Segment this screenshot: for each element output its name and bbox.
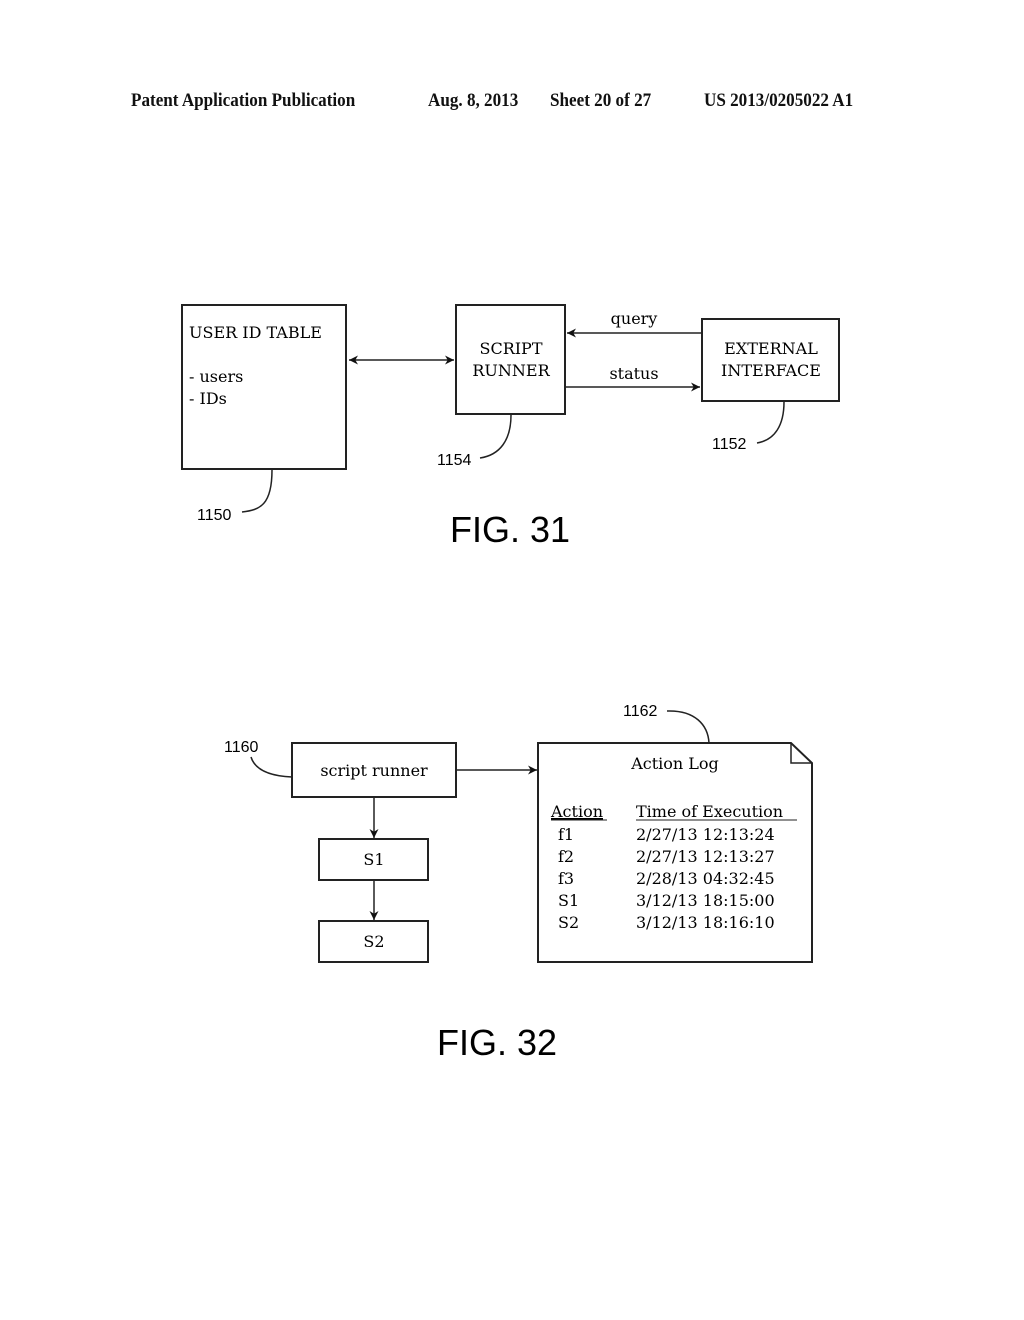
s2-label: S2 — [363, 932, 384, 951]
action-log-title: Action Log — [630, 754, 719, 773]
fig31-caption: FIG. 31 — [450, 509, 570, 550]
ref-1150: 1150 — [197, 507, 232, 524]
ref-1162: 1162 — [623, 703, 658, 720]
col-time-header: Time of Execution — [636, 802, 783, 821]
action-log-rows: f1 2/27/13 12:13:24 f2 2/27/13 12:13:27 … — [558, 825, 775, 932]
fig31: USER ID TABLE - users - IDs 1150 SCRIPT … — [181, 304, 840, 550]
script-runner-box — [455, 304, 566, 415]
leader-1152 — [756, 401, 785, 444]
leader-1154 — [479, 414, 512, 459]
status-label: status — [609, 364, 658, 383]
ref-1152: 1152 — [712, 436, 747, 453]
row-time: 2/28/13 04:32:45 — [636, 869, 775, 888]
row-time: 2/27/13 12:13:27 — [636, 847, 775, 866]
col-action-header: Action — [550, 802, 603, 821]
s1-label: S1 — [363, 850, 384, 869]
fig32-caption: FIG. 32 — [437, 1022, 557, 1063]
ref-1154: 1154 — [437, 452, 472, 469]
leader-1150 — [241, 469, 273, 513]
script-runner-label: script runner — [320, 761, 428, 780]
diagram-canvas: USER ID TABLE - users - IDs 1150 SCRIPT … — [181, 304, 840, 1063]
fig32: 1160 script runner S1 S2 1162 Action Log… — [224, 703, 813, 1063]
user-id-table-title: USER ID TABLE — [189, 323, 322, 342]
row-action: S1 — [558, 891, 579, 910]
leader-1162 — [666, 710, 710, 744]
row-time: 2/27/13 12:13:24 — [636, 825, 775, 844]
external-interface-line1: EXTERNAL — [724, 339, 818, 358]
script-runner-line1: SCRIPT — [479, 339, 542, 358]
leader-1160 — [250, 756, 293, 778]
ref-1160: 1160 — [224, 739, 259, 756]
row-action: f3 — [558, 869, 574, 888]
user-id-table-item: - users — [189, 367, 243, 386]
external-interface-line2: INTERFACE — [721, 361, 821, 380]
user-id-table-item: - IDs — [189, 389, 227, 408]
script-runner-line2: RUNNER — [472, 361, 550, 380]
query-label: query — [611, 309, 658, 328]
row-action: f1 — [558, 825, 574, 844]
external-interface-box — [701, 318, 840, 402]
row-time: 3/12/13 18:15:00 — [636, 891, 775, 910]
row-time: 3/12/13 18:16:10 — [636, 913, 775, 932]
row-action: S2 — [558, 913, 579, 932]
row-action: f2 — [558, 847, 574, 866]
